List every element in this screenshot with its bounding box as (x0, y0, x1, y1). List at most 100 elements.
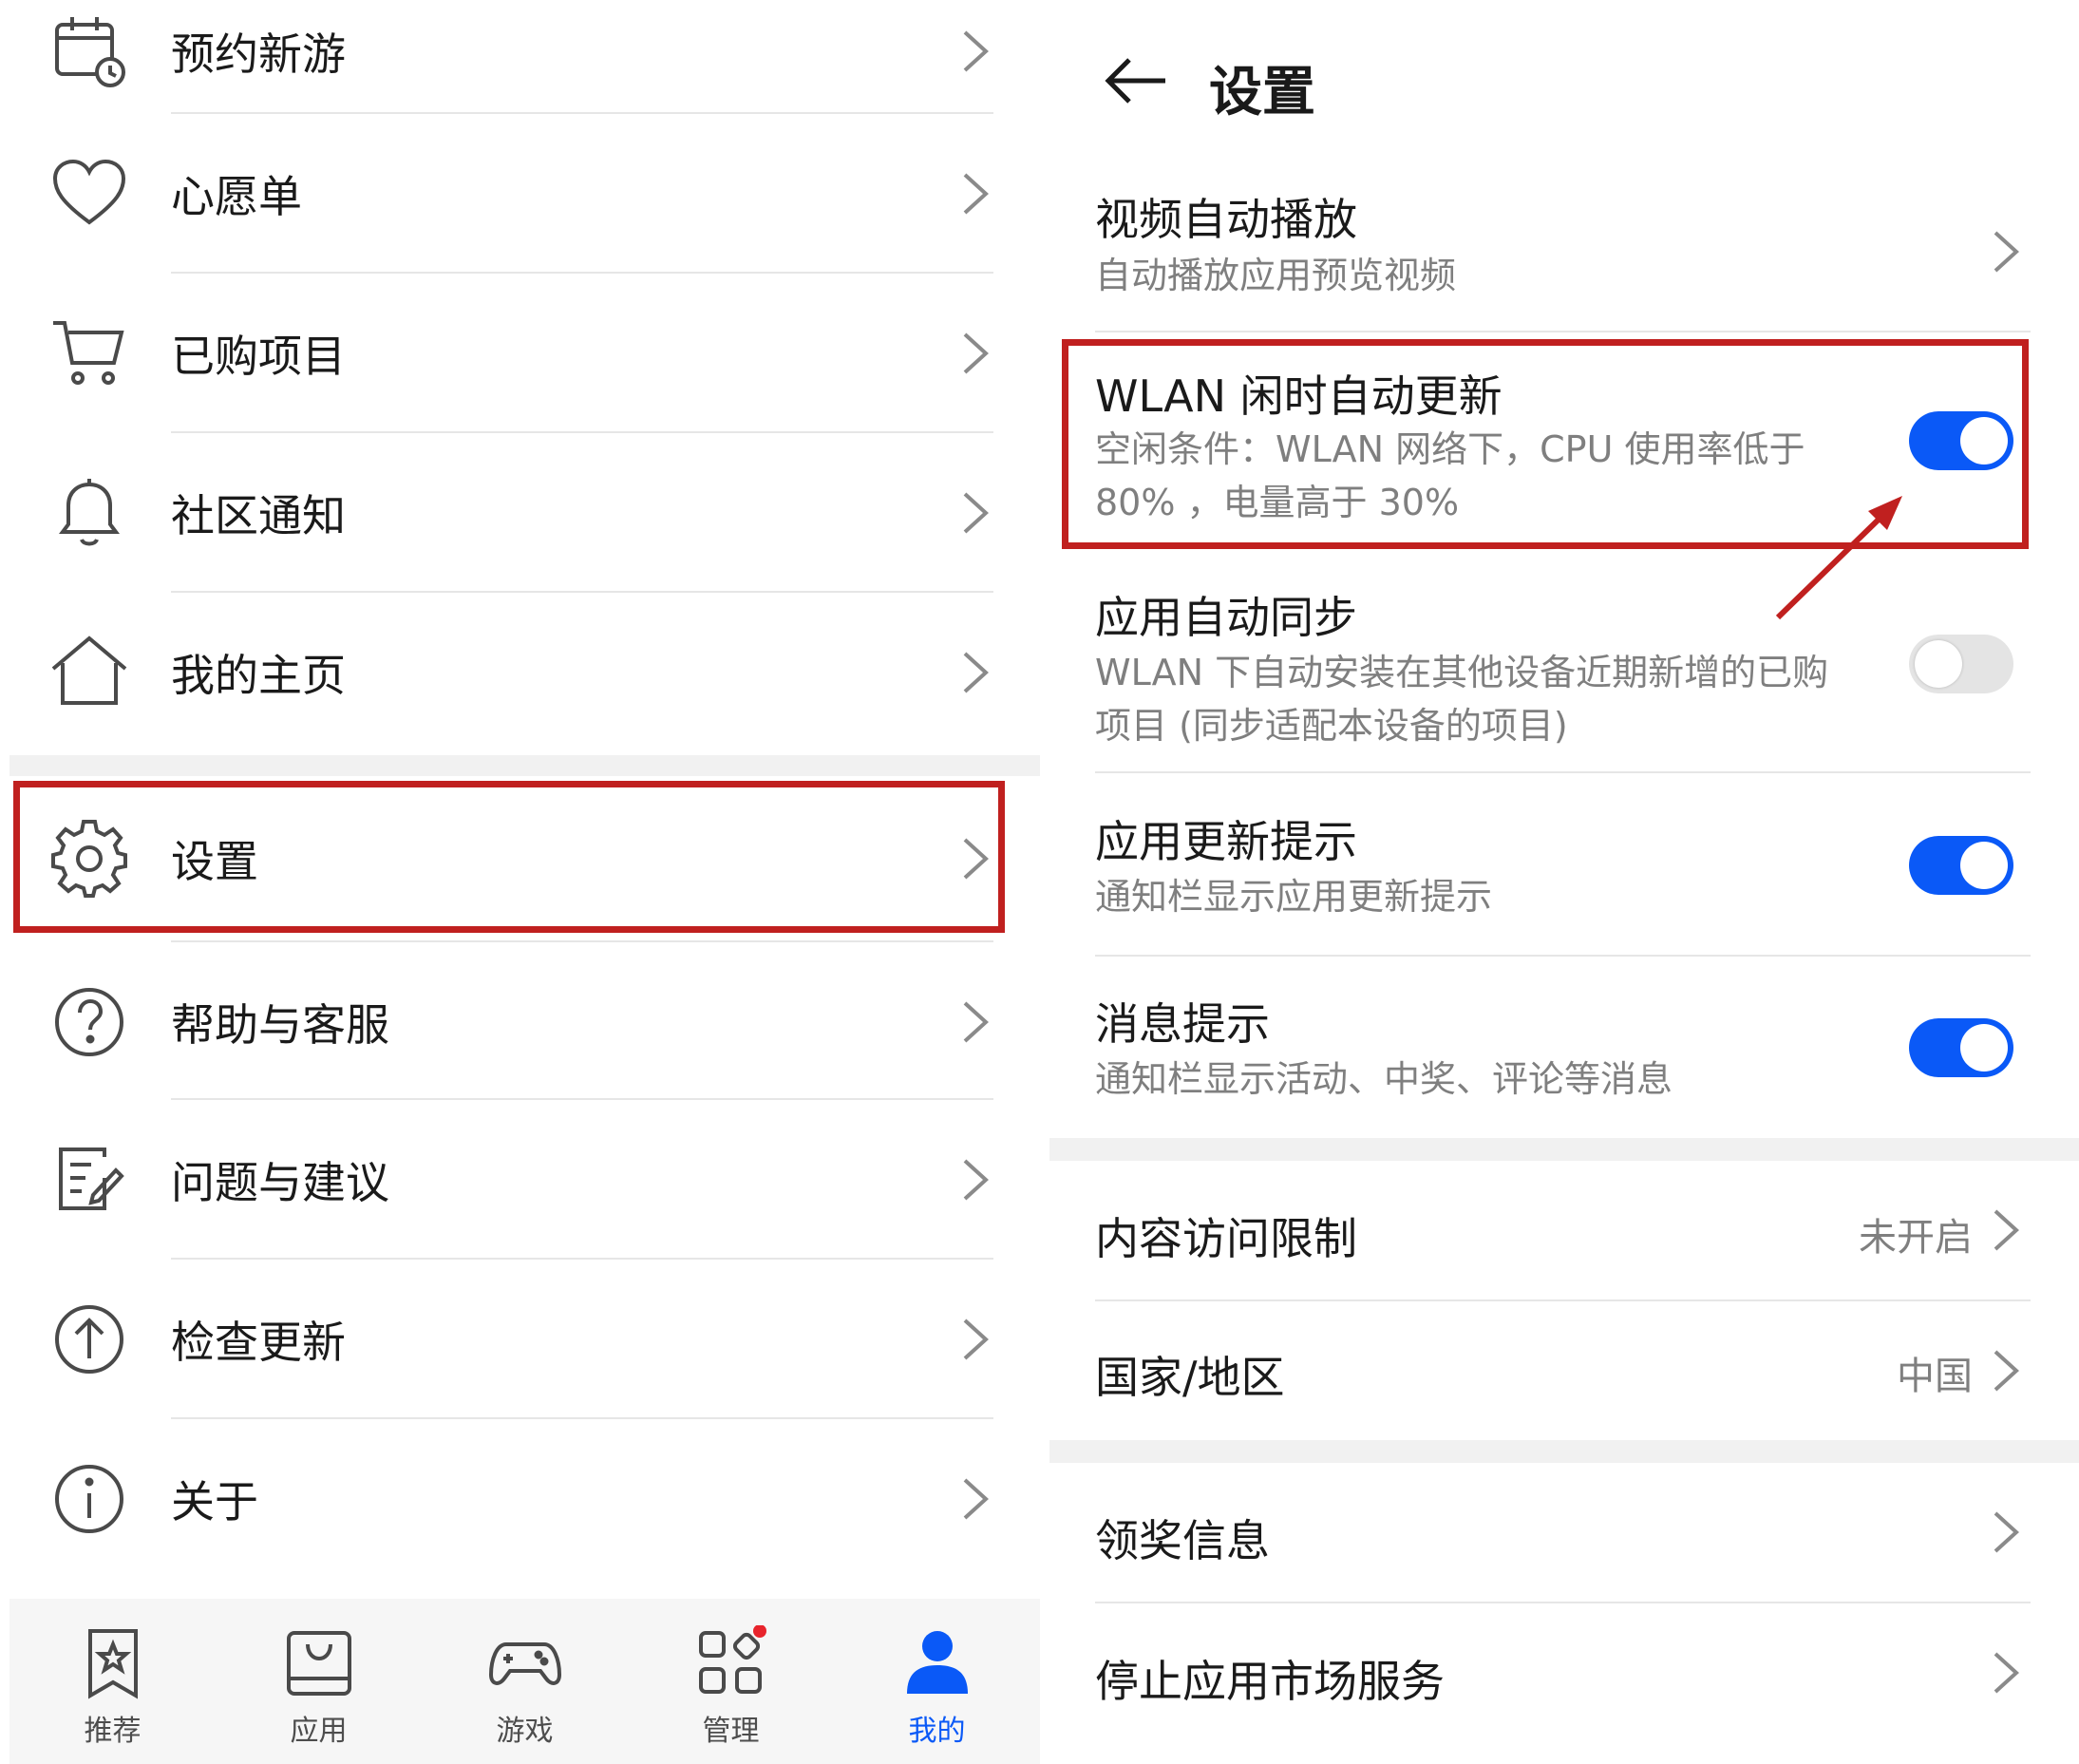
nav-games[interactable]: 游戏 (422, 1599, 628, 1764)
setting-subtitle: 自动播放应用预览视频 (1095, 255, 1457, 296)
menu-item-check-update[interactable]: 检查更新 (0, 1260, 1040, 1419)
menu-label: 问题与建议 (171, 1157, 389, 1208)
nav-mine[interactable]: 我的 (834, 1599, 1040, 1764)
menu-item-wishlist[interactable]: 心愿单 (0, 114, 1040, 274)
setting-stop-service[interactable]: 停止应用市场服务 (1049, 1603, 2079, 1742)
setting-title: 消息提示 (1095, 998, 1270, 1050)
section-gap (9, 755, 1040, 776)
update-notice-toggle[interactable] (1909, 836, 2013, 895)
heart-icon (49, 154, 129, 234)
setting-title: 视频自动播放 (1095, 194, 1357, 245)
star-bookmark-icon (75, 1625, 151, 1701)
info-icon (49, 1459, 129, 1539)
menu-item-homepage[interactable]: 我的主页 (0, 593, 1040, 752)
chevron-right-icon (959, 834, 992, 883)
menu-item-about[interactable]: 关于 (0, 1419, 1040, 1579)
toggle-knob (1960, 842, 2008, 889)
grid-manage-icon (693, 1625, 769, 1701)
setting-update-notice[interactable]: 应用更新提示 通知栏显示应用更新提示 (1049, 788, 2079, 955)
section-gap (1049, 1440, 2079, 1463)
chevron-right-icon (959, 648, 992, 697)
chevron-right-icon (959, 1474, 992, 1524)
person-icon (899, 1625, 975, 1701)
section-gap (1049, 1138, 2079, 1161)
toggle-knob (1915, 640, 1962, 688)
menu-label: 心愿单 (171, 171, 302, 222)
menu-label: 已购项目 (171, 331, 346, 382)
calendar-clock-icon (49, 11, 129, 91)
message-notice-toggle[interactable] (1909, 1018, 2013, 1077)
setting-wlan-idle-update[interactable]: WLAN 闲时自动更新 空闲条件：WLAN 网络下，CPU 使用率低于 80% … (1049, 347, 2079, 541)
menu-label: 检查更新 (171, 1317, 346, 1368)
nav-label: 管理 (702, 1715, 760, 1748)
help-icon (49, 982, 129, 1062)
chevron-right-icon (959, 329, 992, 378)
divider (1095, 955, 2031, 957)
cart-icon (49, 313, 129, 393)
left-panel: 预约新游 心愿单 已购项目 社区通知 我的主页 设置 帮助与客服 问题与建议 检… (0, 0, 1040, 1764)
nav-label: 推荐 (84, 1715, 142, 1748)
setting-value: 未开启 (1859, 1216, 1973, 1260)
divider (1095, 331, 2031, 332)
gear-icon (49, 819, 129, 899)
menu-label: 社区通知 (171, 490, 346, 541)
menu-item-community[interactable]: 社区通知 (0, 433, 1040, 593)
app-box-icon (281, 1625, 357, 1701)
chevron-right-icon (959, 997, 992, 1047)
chevron-right-icon (959, 169, 992, 218)
chevron-right-icon (1990, 227, 2022, 276)
setting-app-auto-sync[interactable]: 应用自动同步 WLAN 下自动安装在其他设备近期新增的已购项目 (同步适配本设备… (1049, 570, 2079, 769)
nav-manage[interactable]: 管理 (628, 1599, 834, 1764)
setting-subtitle: WLAN 下自动安装在其他设备近期新增的已购项目 (同步适配本设备的项目) (1095, 652, 1829, 747)
nav-label: 我的 (908, 1715, 966, 1748)
menu-label: 帮助与客服 (171, 999, 389, 1051)
setting-subtitle: 空闲条件：WLAN 网络下，CPU 使用率低于 80% ，电量高于 30% (1095, 428, 1805, 523)
chevron-right-icon (959, 27, 992, 76)
bell-icon (49, 473, 129, 553)
back-arrow-icon[interactable] (1097, 43, 1173, 119)
toggle-knob (1960, 417, 2008, 465)
right-panel: 设置 视频自动播放 自动播放应用预览视频 WLAN 闲时自动更新 空闲条件：WL… (1049, 0, 2079, 1764)
menu-item-feedback[interactable]: 问题与建议 (0, 1100, 1040, 1260)
setting-title: 应用自动同步 (1095, 592, 1357, 643)
nav-recommend[interactable]: 推荐 (9, 1599, 216, 1764)
gamepad-icon (487, 1625, 563, 1701)
setting-title: WLAN 闲时自动更新 (1095, 370, 1503, 422)
setting-title: 停止应用市场服务 (1095, 1656, 1445, 1707)
chevron-right-icon (959, 488, 992, 538)
chevron-right-icon (959, 1155, 992, 1204)
setting-value: 中国 (1897, 1355, 1973, 1398)
setting-title: 领奖信息 (1095, 1515, 1270, 1566)
setting-video-autoplay[interactable]: 视频自动播放 自动播放应用预览视频 (1049, 171, 2079, 332)
menu-item-help[interactable]: 帮助与客服 (0, 942, 1040, 1102)
bottom-nav: 推荐 应用 游戏 管理 我的 (9, 1599, 1040, 1764)
nav-label: 应用 (290, 1715, 348, 1748)
menu-label: 预约新游 (171, 28, 346, 80)
chevron-right-icon (1990, 1205, 2022, 1255)
upload-arrow-icon (49, 1299, 129, 1379)
wlan-idle-update-toggle[interactable] (1909, 411, 2013, 470)
app-auto-sync-toggle[interactable] (1909, 635, 2013, 693)
menu-item-settings[interactable]: 设置 (0, 776, 1040, 941)
menu-label: 我的主页 (171, 650, 346, 701)
setting-prize-info[interactable]: 领奖信息 (1049, 1463, 2079, 1602)
setting-content-restriction[interactable]: 内容访问限制 未开启 (1049, 1161, 2079, 1299)
setting-title: 内容访问限制 (1095, 1213, 1357, 1264)
menu-label: 设置 (171, 836, 258, 887)
setting-title: 国家/地区 (1095, 1352, 1285, 1403)
chevron-right-icon (1990, 1648, 2022, 1698)
nav-apps[interactable]: 应用 (216, 1599, 422, 1764)
setting-title: 应用更新提示 (1095, 816, 1357, 867)
edit-note-icon (49, 1140, 129, 1220)
setting-country-region[interactable]: 国家/地区 中国 (1049, 1301, 2079, 1440)
divider (1095, 771, 2031, 773)
home-icon (49, 633, 129, 712)
setting-message-notice[interactable]: 消息提示 通知栏显示活动、中奖、评论等消息 (1049, 971, 2079, 1137)
menu-label: 关于 (171, 1476, 258, 1527)
menu-item-purchased[interactable]: 已购项目 (0, 274, 1040, 433)
chevron-right-icon (1990, 1346, 2022, 1395)
setting-subtitle: 通知栏显示活动、中奖、评论等消息 (1095, 1058, 1673, 1100)
chevron-right-icon (1990, 1508, 2022, 1557)
chevron-right-icon (959, 1315, 992, 1364)
nav-label: 游戏 (496, 1715, 554, 1748)
